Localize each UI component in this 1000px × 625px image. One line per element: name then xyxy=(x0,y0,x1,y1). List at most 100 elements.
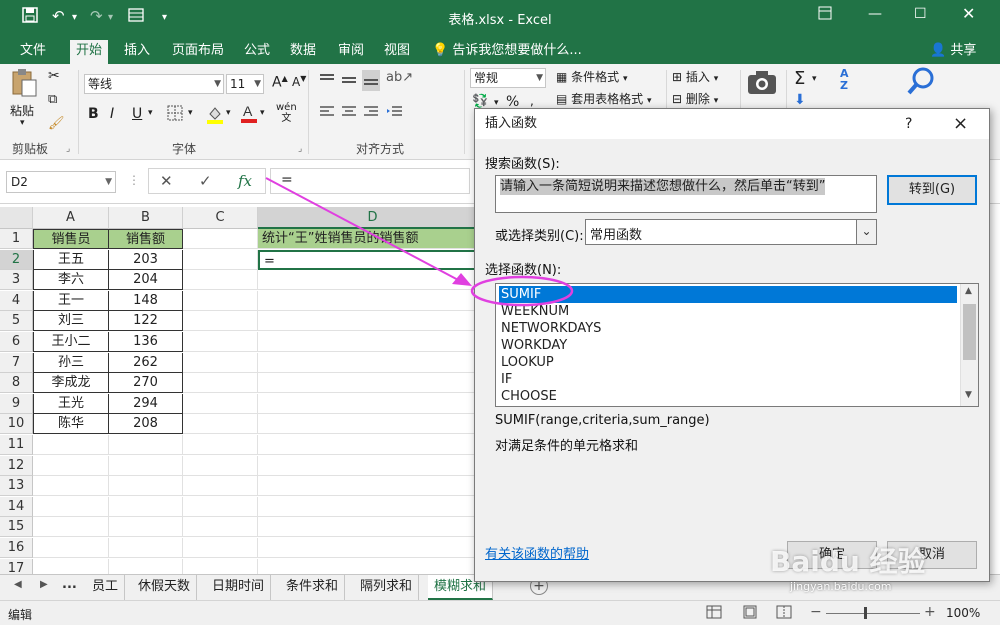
tab-data[interactable]: 数据 xyxy=(284,40,322,64)
insert-function-icon[interactable]: fx xyxy=(238,172,252,190)
row-header[interactable]: 8 xyxy=(0,373,33,394)
grid-cell[interactable]: 294 xyxy=(109,393,183,414)
sheet-tab-alternate-sum[interactable]: 隔列求和 xyxy=(354,575,420,600)
grid-cell[interactable]: 262 xyxy=(109,352,183,373)
paste-dropdown-icon[interactable]: ▾ xyxy=(20,118,25,128)
grid-cell[interactable] xyxy=(258,332,488,352)
grid-cell[interactable] xyxy=(109,538,183,558)
paste-icon[interactable] xyxy=(10,68,40,98)
indent-icon[interactable] xyxy=(386,104,404,123)
grid-cell[interactable] xyxy=(258,311,488,332)
grid-cell[interactable]: 李成龙 xyxy=(33,373,109,394)
font-color-dropdown-icon[interactable]: ▾ xyxy=(260,108,265,118)
active-cell[interactable]: = xyxy=(258,249,488,270)
column-header-a[interactable]: A xyxy=(33,207,109,229)
help-button[interactable]: ? xyxy=(905,109,912,139)
align-center-icon[interactable] xyxy=(340,104,358,123)
find-select-icon[interactable] xyxy=(906,66,936,99)
function-item[interactable]: IF xyxy=(499,371,957,388)
grid-cell[interactable] xyxy=(183,332,258,352)
scroll-right-icon[interactable]: ▶ xyxy=(40,579,48,590)
grid-cell[interactable] xyxy=(258,435,488,455)
row-header[interactable]: 15 xyxy=(0,517,33,538)
grid-cell[interactable] xyxy=(258,496,488,517)
maximize-icon[interactable]: ☐ xyxy=(914,6,927,22)
scrollbar-thumb[interactable] xyxy=(963,304,976,360)
sheet-tab-conditional-sum[interactable]: 条件求和 xyxy=(280,575,346,600)
grid-cell[interactable] xyxy=(258,373,488,394)
column-header-d[interactable]: D xyxy=(258,207,488,229)
row-header[interactable]: 9 xyxy=(0,393,33,414)
grid-cell[interactable] xyxy=(33,517,109,538)
normal-view-icon[interactable] xyxy=(706,605,722,622)
row-header[interactable]: 3 xyxy=(0,270,33,291)
zoom-out-icon[interactable]: − xyxy=(810,604,822,620)
grid-cell[interactable] xyxy=(109,435,183,455)
row-header[interactable]: 13 xyxy=(0,476,33,497)
grid-cell[interactable] xyxy=(258,476,488,497)
tab-insert[interactable]: 插入 xyxy=(118,40,156,64)
cut-icon[interactable]: ✂ xyxy=(48,68,60,84)
grid-cell[interactable] xyxy=(183,270,258,291)
table-format-button[interactable]: ▤ 套用表格格式 ▾ xyxy=(556,90,652,107)
tab-view[interactable]: 视图 xyxy=(378,40,416,64)
ribbon-display-icon[interactable] xyxy=(818,6,832,24)
dialog-close-button[interactable]: × xyxy=(953,109,968,139)
underline-button[interactable]: U xyxy=(132,106,142,122)
row-header[interactable]: 5 xyxy=(0,311,33,332)
grid-cell[interactable]: 204 xyxy=(109,270,183,291)
grid-cell[interactable] xyxy=(33,476,109,497)
currency-icon[interactable]: 💱 xyxy=(472,94,488,109)
tab-home[interactable]: 开始 xyxy=(70,40,109,64)
enter-entry-icon[interactable]: ✓ xyxy=(199,172,212,190)
grid-cell[interactable] xyxy=(183,229,258,249)
tab-file[interactable]: 文件 xyxy=(14,40,52,64)
grid-cell[interactable] xyxy=(183,249,258,270)
grid-cell[interactable] xyxy=(183,393,258,414)
page-break-view-icon[interactable] xyxy=(776,605,792,622)
grid-cell[interactable]: 148 xyxy=(109,290,183,311)
sheet-tab-employees[interactable]: 员工 xyxy=(86,575,126,600)
grid-cell[interactable] xyxy=(183,496,258,517)
zoom-in-icon[interactable]: + xyxy=(924,604,936,620)
grid-cell[interactable] xyxy=(183,476,258,497)
grid-cell[interactable] xyxy=(109,455,183,476)
grid-cell[interactable] xyxy=(109,558,183,574)
comma-icon[interactable]: , xyxy=(530,94,534,108)
grid-cell[interactable] xyxy=(258,290,488,311)
font-launcher-icon[interactable]: ⌟ xyxy=(298,144,302,154)
grid-cell[interactable] xyxy=(258,352,488,373)
grid-cell[interactable] xyxy=(183,517,258,538)
function-item[interactable]: SUMIF xyxy=(499,286,957,303)
function-list-scrollbar[interactable]: ▲ ▼ xyxy=(960,284,978,406)
grid-cell[interactable] xyxy=(183,290,258,311)
orientation-icon[interactable]: ab↗ xyxy=(386,70,413,85)
sort-filter-icon[interactable]: A Z xyxy=(840,68,849,92)
go-button[interactable]: 转到(G) xyxy=(887,175,977,205)
bold-button[interactable]: B xyxy=(88,106,99,122)
grid-cell[interactable] xyxy=(33,496,109,517)
row-header[interactable]: 16 xyxy=(0,538,33,558)
camera-icon[interactable] xyxy=(746,68,778,99)
row-header[interactable]: 6 xyxy=(0,332,33,352)
row-header[interactable]: 14 xyxy=(0,496,33,517)
grid-cell[interactable]: 122 xyxy=(109,311,183,332)
grid-cell[interactable]: 王小二 xyxy=(33,332,109,352)
tab-page-layout[interactable]: 页面布局 xyxy=(166,40,230,64)
grid-cell[interactable]: 270 xyxy=(109,373,183,394)
grid-cell[interactable]: 王一 xyxy=(33,290,109,311)
grid-cell[interactable] xyxy=(258,538,488,558)
grid-cell[interactable] xyxy=(183,558,258,574)
function-item[interactable]: LOOKUP xyxy=(499,354,957,371)
sheet-tab-datetime[interactable]: 日期时间 xyxy=(206,575,272,600)
function-list[interactable]: SUMIF WEEKNUM NETWORKDAYS WORKDAY LOOKUP… xyxy=(495,283,979,407)
copy-icon[interactable]: ⧉ xyxy=(48,92,57,107)
grid-cell[interactable]: 王五 xyxy=(33,249,109,270)
grid-cell[interactable] xyxy=(109,496,183,517)
close-icon[interactable]: ✕ xyxy=(962,4,975,23)
share-button[interactable]: 👤 共享 xyxy=(930,40,976,62)
row-header[interactable]: 12 xyxy=(0,455,33,476)
italic-button[interactable]: I xyxy=(110,106,114,122)
grid-cell[interactable] xyxy=(258,455,488,476)
row-header[interactable]: 4 xyxy=(0,290,33,311)
